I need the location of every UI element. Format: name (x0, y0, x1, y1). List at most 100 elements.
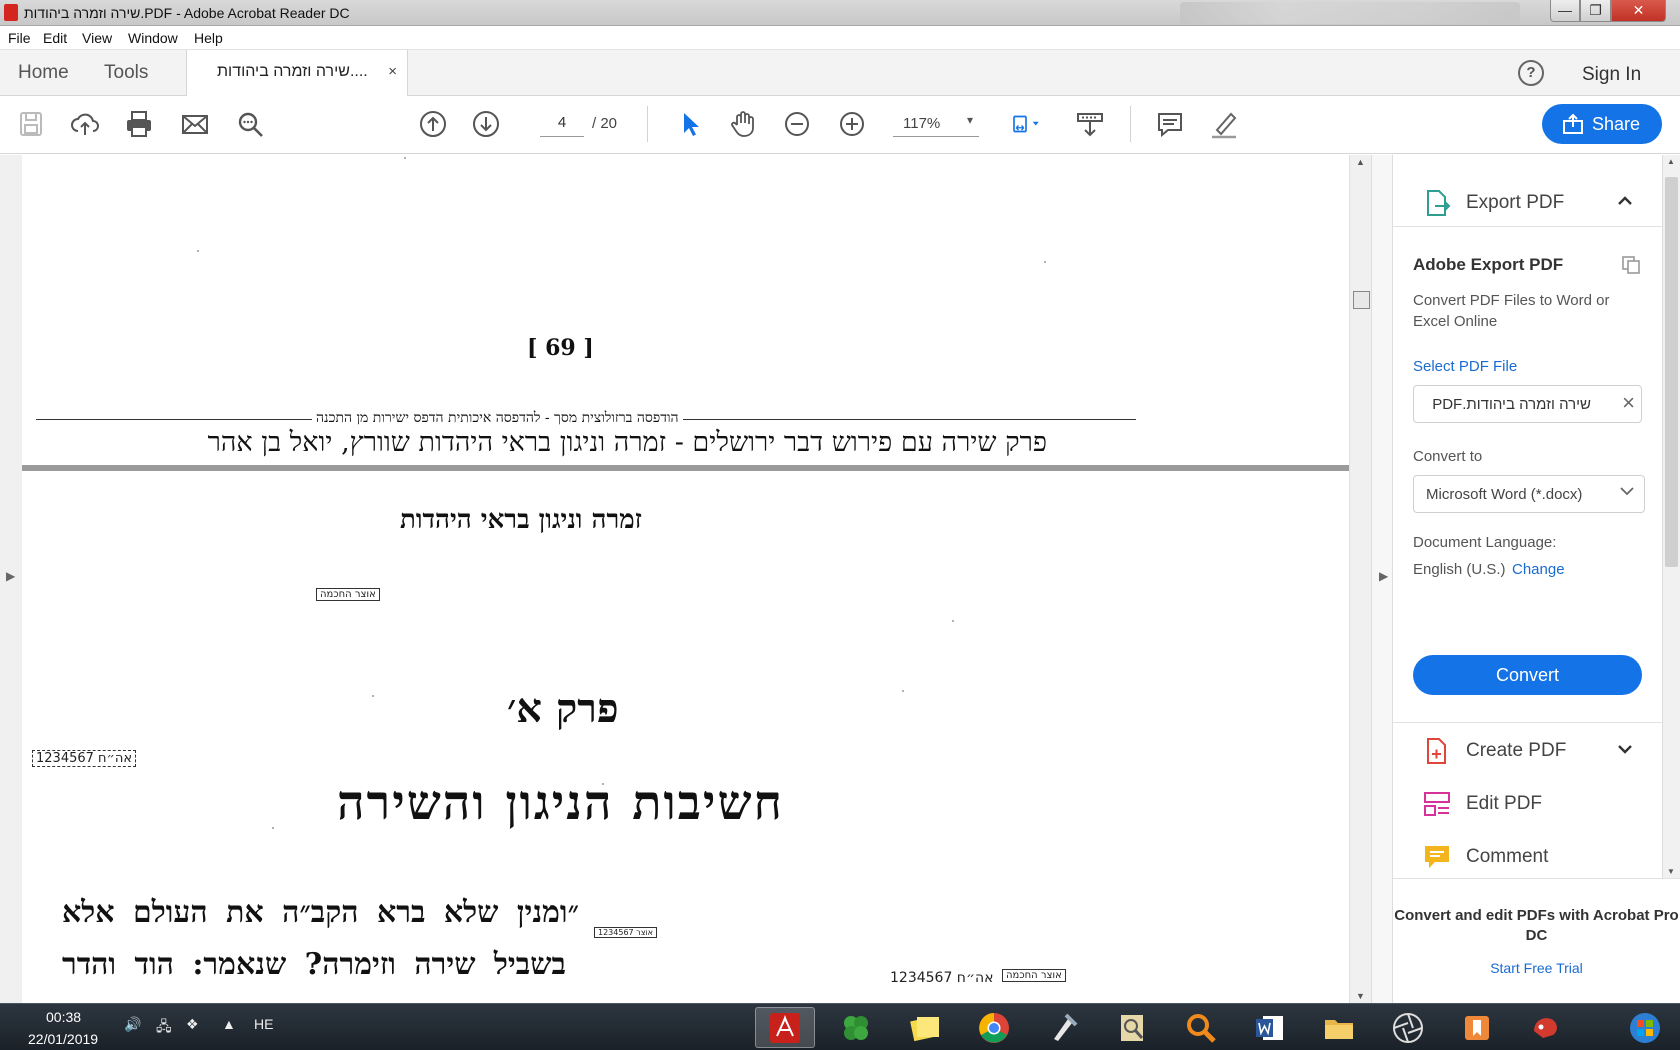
clear-file-icon[interactable]: × (1622, 390, 1635, 416)
print-icon[interactable] (123, 108, 155, 140)
comment-tool-icon (1425, 846, 1449, 868)
promo-panel: Convert and edit PDFs with Acrobat Pro D… (1393, 878, 1680, 1003)
show-hidden-icons-icon[interactable]: ▲ (222, 1016, 236, 1032)
start-free-trial-link[interactable]: Start Free Trial (1393, 960, 1680, 976)
left-nav-strip[interactable]: ▶ (0, 155, 22, 1003)
tab-document[interactable]: שירה וזמרה ביהודות.... × (186, 50, 408, 97)
scrollbar-thumb[interactable] (1353, 291, 1370, 309)
acrobat-app-icon (4, 4, 18, 21)
bookmark-app-icon[interactable] (1447, 1007, 1507, 1048)
aperture-icon[interactable] (1378, 1007, 1438, 1048)
tool-icon[interactable] (1033, 1007, 1093, 1048)
menu-file[interactable]: File (8, 30, 31, 46)
scroll-up-icon[interactable]: ▲ (1356, 157, 1365, 167)
create-pdf-icon (1427, 738, 1446, 764)
next-page-icon[interactable] (470, 108, 502, 140)
chevron-up-icon[interactable] (1615, 191, 1635, 211)
title-bar: שירה וזמרה ביהודות.PDF - Adobe Acrobat R… (0, 0, 1680, 26)
right-pane-toggle[interactable]: ▶ (1371, 155, 1393, 1003)
dropbox-icon[interactable]: ❖ (186, 1016, 199, 1033)
share-button[interactable]: Share (1542, 104, 1662, 144)
comment-label: Comment (1466, 846, 1549, 867)
convert-button[interactable]: Convert (1413, 655, 1642, 695)
export-pdf-header[interactable]: Export PDF (1393, 179, 1662, 227)
scroll-down-icon[interactable]: ▼ (1667, 867, 1675, 876)
format-select[interactable]: Microsoft Word (*.docx) (1413, 475, 1645, 513)
clock-date[interactable]: 22/01/2019 (28, 1031, 98, 1047)
menu-view[interactable]: View (82, 30, 112, 46)
select-cursor-icon[interactable] (674, 108, 706, 140)
promo-text: Convert and edit PDFs with Acrobat Pro D… (1394, 907, 1679, 944)
zoom-out-icon[interactable] (781, 108, 813, 140)
menu-edit[interactable]: Edit (43, 30, 67, 46)
document-scrollbar[interactable]: ▲ ▼ (1349, 155, 1371, 1003)
document-view[interactable]: [ 69 ] הודפסה ברזולוצית מסך - להדפסה איכ… (22, 155, 1349, 1003)
watermark-stamp: אוצר החכמה (316, 588, 380, 601)
tool-edit-pdf[interactable]: Edit PDF (1393, 780, 1662, 828)
edit-pdf-label: Edit PDF (1466, 793, 1543, 814)
scroll-down-icon[interactable]: ▼ (1356, 991, 1365, 1001)
email-icon[interactable] (179, 108, 211, 140)
search-icon[interactable] (234, 108, 266, 140)
cloud-upload-icon[interactable] (69, 108, 101, 140)
menu-window[interactable]: Window (128, 30, 178, 46)
watermark-stamp: אה״ח 1234567 (32, 750, 137, 767)
chapter-heading: פרק א׳ (507, 685, 619, 732)
export-description: Convert PDF Files to Word or Excel Onlin… (1413, 292, 1610, 330)
tool-create-pdf[interactable]: Create PDF (1393, 727, 1662, 775)
explorer-icon[interactable] (1309, 1007, 1369, 1048)
zoom-select[interactable]: 117% ▾ (893, 109, 979, 137)
menu-help[interactable]: Help (194, 30, 223, 46)
acrobat-icon[interactable] (755, 1007, 815, 1048)
tool-comment[interactable]: Comment (1393, 833, 1662, 881)
comment-icon[interactable] (1154, 108, 1186, 140)
highlight-pen-icon[interactable] (1208, 108, 1240, 140)
scanner-icon[interactable] (1102, 1007, 1162, 1048)
word-icon[interactable] (1240, 1007, 1300, 1048)
sign-in-link[interactable]: Sign In (1582, 64, 1641, 86)
paint-icon[interactable] (1516, 1007, 1576, 1048)
change-language-link[interactable]: Change (1512, 561, 1565, 578)
scroll-up-icon[interactable]: ▲ (1667, 157, 1675, 166)
close-tab-icon[interactable]: × (388, 63, 397, 80)
chrome-icon[interactable] (964, 1007, 1024, 1048)
maximize-button[interactable]: ❐ (1580, 0, 1611, 22)
tools-pane-scrollbar[interactable]: ▲ ▼ (1662, 155, 1680, 878)
scan-speck (404, 157, 406, 159)
copy-icon[interactable] (1621, 255, 1641, 275)
select-pdf-file-link[interactable]: Select PDF File (1413, 358, 1517, 375)
selected-file-field[interactable]: שירה וזמרה ביהודות.PDF × (1413, 385, 1642, 423)
save-icon[interactable] (15, 108, 47, 140)
chevron-down-icon[interactable] (1615, 739, 1635, 759)
input-language[interactable]: HE (254, 1016, 273, 1032)
tools-pane: Export PDF Adobe Export PDF Convert PDF … (1393, 155, 1662, 1003)
zoom-in-icon[interactable] (836, 108, 868, 140)
watermark-stamp: אוצר 1234567 (594, 927, 657, 938)
close-window-button[interactable]: ✕ (1611, 0, 1666, 22)
zoom-caret-icon: ▾ (966, 113, 973, 127)
volume-icon[interactable]: 🔊 (124, 1016, 141, 1033)
scroll-mode-icon[interactable] (1074, 108, 1106, 140)
collapse-pane-icon[interactable]: ▶ (1379, 569, 1388, 583)
fit-page-icon[interactable] (1004, 108, 1048, 140)
search-app-icon[interactable] (1171, 1007, 1231, 1048)
page-number-input[interactable] (540, 109, 584, 137)
help-icon[interactable]: ? (1518, 60, 1544, 86)
minimize-button[interactable]: — (1550, 0, 1580, 22)
clover-icon[interactable] (826, 1007, 886, 1048)
scrollbar-thumb[interactable] (1665, 177, 1678, 567)
network-icon[interactable]: 🖧 (156, 1016, 172, 1040)
expand-left-pane-icon[interactable]: ▶ (6, 569, 15, 583)
selected-file-name: שירה וזמרה ביהודות.PDF (1432, 396, 1591, 413)
tab-home[interactable]: Home (18, 62, 69, 84)
toolbar-divider (1130, 106, 1131, 142)
divider (1393, 722, 1662, 723)
sticky-notes-icon[interactable] (895, 1007, 955, 1048)
hand-icon[interactable] (727, 108, 759, 140)
prev-page-icon[interactable] (417, 108, 449, 140)
convert-to-label: Convert to (1413, 448, 1483, 465)
tab-tools[interactable]: Tools (104, 62, 148, 84)
page-total: / 20 (592, 115, 618, 132)
windows-start-icon[interactable] (1615, 1007, 1675, 1048)
clock-time[interactable]: 00:38 (46, 1009, 81, 1025)
